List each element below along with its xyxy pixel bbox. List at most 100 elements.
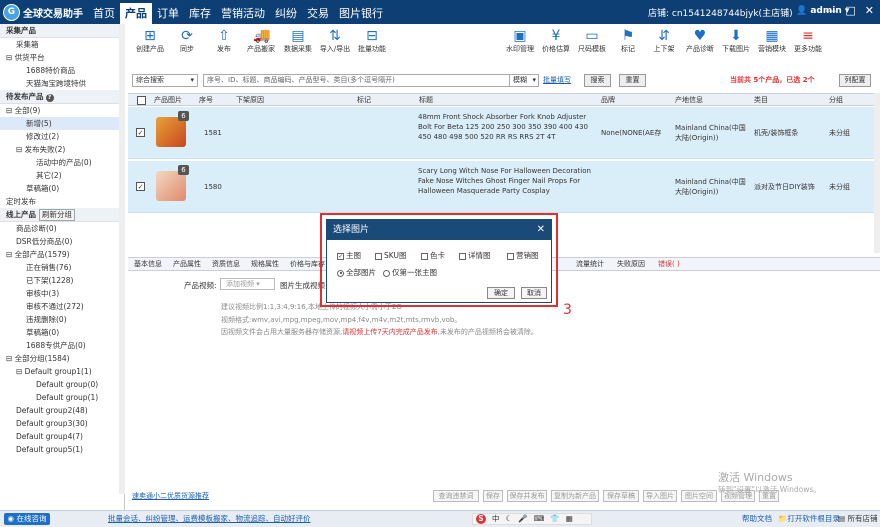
- product-thumbnail[interactable]: [156, 117, 186, 147]
- sidebar-item[interactable]: ⊟ 供货平台: [0, 51, 124, 64]
- nav-tab-1[interactable]: 产品: [120, 3, 152, 24]
- sidebar-item[interactable]: 1688特价商品: [0, 64, 124, 77]
- nav-tab-6[interactable]: 交易: [302, 3, 334, 24]
- sidebar-item[interactable]: DSR低分商品(0): [0, 235, 124, 248]
- title-cell[interactable]: 48mm Front Shock Absorber Fork Knob Adju…: [418, 112, 598, 142]
- search-button[interactable]: 搜索: [584, 74, 611, 87]
- sidebar-item[interactable]: 新增(5): [0, 117, 124, 130]
- toolbar-flag-button[interactable]: ⚑ 标记: [608, 28, 648, 54]
- detail-tab[interactable]: 产品属性: [173, 258, 201, 271]
- close-button[interactable]: ✕: [865, 4, 874, 17]
- nav-tab-2[interactable]: 订单: [152, 3, 184, 24]
- sidebar-item[interactable]: 修改过(2): [0, 130, 124, 143]
- open-root-dir-link[interactable]: 📁打开软件根目录: [778, 511, 840, 527]
- sidebar-item[interactable]: Default group4(7): [0, 430, 124, 443]
- row-checkbox[interactable]: ✓: [136, 182, 145, 191]
- sidebar-item[interactable]: Default group3(30): [0, 417, 124, 430]
- toolbar-size-template-button[interactable]: ▭ 尺码模板: [572, 28, 612, 54]
- sidebar-item[interactable]: 审核不通过(272): [0, 300, 124, 313]
- image-type-option[interactable]: SKU图: [375, 251, 406, 260]
- sidebar-item[interactable]: 草稿箱(0): [0, 182, 124, 195]
- search-type-select[interactable]: 综合搜索 ▾: [132, 74, 198, 87]
- online-chat-button[interactable]: ◉ 在线咨询: [4, 513, 50, 525]
- bottom-action-button[interactable]: 图片空间: [681, 490, 717, 502]
- sidebar-item[interactable]: 其它(2): [0, 169, 124, 182]
- detail-tab-error[interactable]: 错误( ): [658, 258, 680, 271]
- store-label[interactable]: 店铺: cn1541248744bjyk(主店铺): [648, 6, 793, 19]
- image-scope-radio[interactable]: 全部图片: [337, 268, 376, 277]
- sidebar-item[interactable]: ⊟ Default group1(1): [0, 365, 124, 378]
- mic-icon[interactable]: 🎤: [518, 514, 527, 524]
- toolbar-calculator-button[interactable]: ¥ 价格估算: [536, 28, 576, 54]
- status-links[interactable]: 批量会话、纠纷管理、运费模板搬家、物流追踪、自动好评价: [108, 511, 311, 527]
- toolbar-grid-plus-button[interactable]: ⊞ 创建产品: [130, 28, 170, 54]
- sidebar-item[interactable]: 1688专供产品(0): [0, 339, 124, 352]
- detail-tab[interactable]: 规格属性: [251, 258, 279, 271]
- nav-tab-5[interactable]: 纠纷: [270, 3, 302, 24]
- option-checkbox[interactable]: [421, 252, 428, 260]
- image-type-option[interactable]: 营销图: [507, 251, 539, 260]
- sidebar-item[interactable]: ⊟ 全部分组(1584): [0, 352, 124, 365]
- bottom-action-button[interactable]: 导入图片: [643, 490, 677, 502]
- sidebar-item[interactable]: 商品诊断(0): [0, 222, 124, 235]
- sidebar-item[interactable]: 采集箱: [0, 38, 124, 51]
- sidebar-item[interactable]: ⊟ 全部(9): [0, 104, 124, 117]
- column-header[interactable]: 标记: [357, 94, 371, 106]
- toolbar-truck-button[interactable]: 🚚 产品搬家: [241, 28, 281, 54]
- product-thumbnail[interactable]: [156, 171, 186, 201]
- bottom-action-button[interactable]: 保存: [483, 490, 503, 502]
- toolbar-import-export-button[interactable]: ⇅ 导入/导出: [315, 28, 355, 54]
- option-checkbox[interactable]: ✓: [337, 252, 344, 260]
- reset-button[interactable]: 重置: [619, 74, 646, 87]
- sidebar-item[interactable]: Default group(0): [0, 378, 124, 391]
- bottom-action-button[interactable]: 保存草稿: [603, 490, 639, 502]
- column-header[interactable]: 产品图片: [154, 94, 182, 106]
- toolbar-publish-button[interactable]: ⇧ 发布: [204, 28, 244, 54]
- refresh-group-button[interactable]: 刷新分组: [39, 209, 75, 221]
- sidebar-item[interactable]: Default group(1): [0, 391, 124, 404]
- column-header[interactable]: 分组: [829, 94, 843, 106]
- select-all-checkbox[interactable]: [137, 96, 146, 105]
- table-row[interactable]: ✓ 6 1580 Scary Long Witch Nose For Hallowee…: [128, 161, 874, 213]
- image-type-option[interactable]: 详情图: [459, 251, 491, 260]
- add-video-button[interactable]: 添加视频 ▾: [220, 278, 275, 290]
- sidebar-item[interactable]: 已下架(1228): [0, 274, 124, 287]
- toolbar-updown-button[interactable]: ⇵ 上下架: [644, 28, 684, 54]
- sidebar-item[interactable]: 违规删除(0): [0, 313, 124, 326]
- toolbar-batch-button[interactable]: ⊟ 批量功能: [352, 28, 392, 54]
- supplier-recommend-link[interactable]: 速卖通小二优质货源推荐: [132, 491, 209, 501]
- image-type-option[interactable]: 色卡: [421, 251, 445, 260]
- toolbar-watermark-button[interactable]: ▣ 水印管理: [500, 28, 540, 54]
- maximize-button[interactable]: □: [845, 4, 855, 17]
- detail-tab[interactable]: 流量统计: [576, 258, 604, 271]
- column-config-button[interactable]: 列配置: [839, 74, 871, 87]
- column-header[interactable]: 序号: [199, 94, 213, 106]
- radio-button[interactable]: [337, 269, 344, 277]
- bottom-action-button[interactable]: 保存并发布: [507, 490, 547, 502]
- nav-tab-0[interactable]: 首页: [88, 3, 120, 24]
- nav-tab-3[interactable]: 库存: [184, 3, 216, 24]
- title-cell[interactable]: Scary Long Witch Nose For Halloween Deco…: [418, 166, 598, 196]
- bottom-action-button[interactable]: 复制为新产品: [551, 490, 599, 502]
- toolbar-sync-button[interactable]: ⟳ 同步: [167, 28, 207, 54]
- dialog-close-icon[interactable]: ✕: [537, 220, 545, 240]
- toolbar-download-image-button[interactable]: ⬇ 下载图片: [716, 28, 756, 54]
- detail-tab[interactable]: 资质信息: [212, 258, 240, 271]
- sidebar-item[interactable]: Default group2(48): [0, 404, 124, 417]
- row-checkbox[interactable]: ✓: [136, 128, 145, 137]
- sidebar-item[interactable]: 草稿箱(0): [0, 326, 124, 339]
- table-row[interactable]: ✓ 6 1581 48mm Front Shock Absorber Fork Kno…: [128, 107, 874, 159]
- option-checkbox[interactable]: [459, 252, 466, 260]
- image-scope-radio[interactable]: 仅第一张主图: [383, 268, 437, 277]
- detail-tab[interactable]: 失败原因: [617, 258, 645, 271]
- help-doc-link[interactable]: 帮助文档: [742, 511, 772, 527]
- match-mode-select[interactable]: 模糊 ▾: [509, 74, 539, 87]
- nav-tab-7[interactable]: 图片银行: [334, 3, 388, 24]
- column-header[interactable]: 产地信息: [675, 94, 703, 106]
- option-checkbox[interactable]: [375, 252, 382, 260]
- detail-tab[interactable]: 基本信息: [134, 258, 162, 271]
- toolbar-diagnose-button[interactable]: ♥ 产品诊断: [680, 28, 720, 54]
- bottom-action-button[interactable]: 查询违禁词: [433, 490, 479, 502]
- dialog-ok-button[interactable]: 确定: [487, 287, 515, 299]
- sidebar-item[interactable]: ⊟ 全部产品(1579): [0, 248, 124, 261]
